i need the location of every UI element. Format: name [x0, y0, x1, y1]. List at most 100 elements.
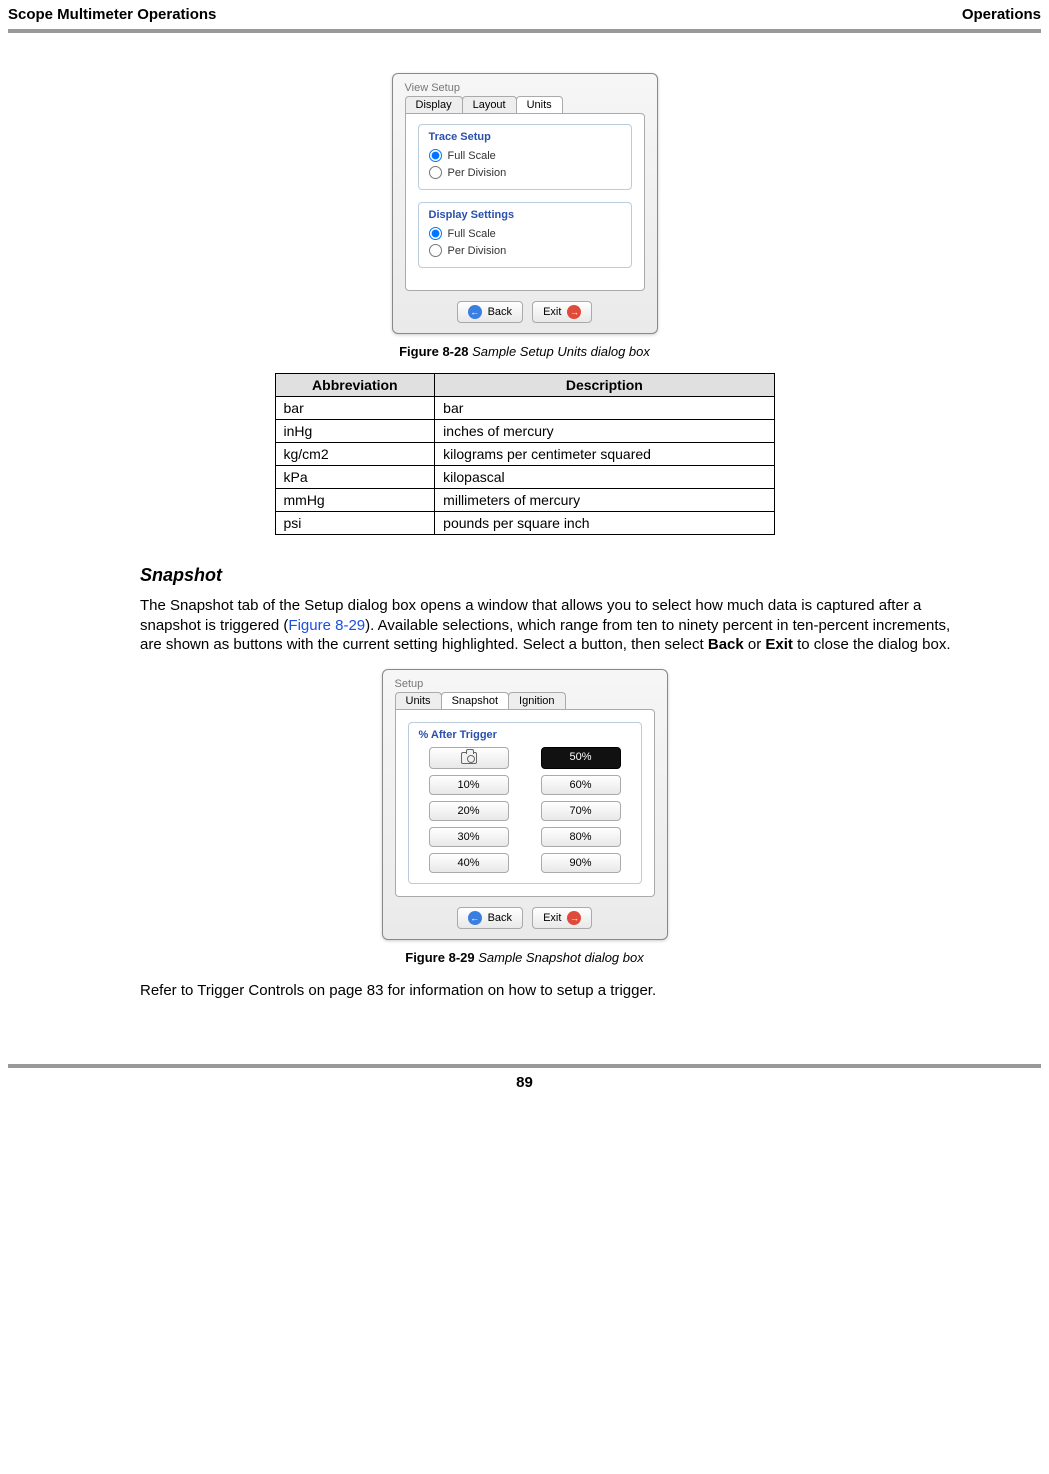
- units-tab-body: Trace Setup Full Scale Per Division Disp…: [405, 113, 645, 291]
- exit-label: Exit: [543, 306, 561, 318]
- radio-label: Full Scale: [448, 150, 496, 162]
- fig-num: Figure 8-28: [399, 344, 468, 359]
- after-trigger-group: % After Trigger 50% 10% 60% 20% 70% 30% 80% 40%…: [408, 722, 642, 884]
- tab-layout[interactable]: Layout: [462, 96, 517, 113]
- cell-desc: millimeters of mercury: [435, 489, 774, 512]
- para-bold-back: Back: [708, 636, 744, 653]
- cell-desc: inches of mercury: [435, 420, 774, 443]
- abbrev-table: Abbreviation Description barbarinHginche…: [275, 373, 775, 535]
- snapshot-tabbar: Units Snapshot Ignition: [389, 692, 661, 709]
- snapshot-heading: Snapshot: [140, 565, 989, 586]
- para-text: to close the dialog box.: [793, 636, 951, 653]
- percent-grid: 50% 10% 60% 20% 70% 30% 80% 40% 90%: [419, 747, 631, 873]
- trace-setup-group: Trace Setup Full Scale Per Division: [418, 124, 632, 190]
- radio-display-full-scale[interactable]: Full Scale: [429, 225, 621, 242]
- cell-abbrev: mmHg: [275, 489, 435, 512]
- cell-desc: bar: [435, 397, 774, 420]
- trace-setup-title: Trace Setup: [429, 131, 621, 143]
- back-button[interactable]: ← Back: [457, 907, 523, 929]
- link-trigger-controls[interactable]: Trigger Controls: [197, 982, 304, 999]
- percent-40[interactable]: 40%: [429, 853, 509, 873]
- units-tabbar: Display Layout Units: [399, 96, 651, 113]
- fig28-caption: Figure 8-28 Sample Setup Units dialog bo…: [60, 344, 989, 359]
- tab-display[interactable]: Display: [405, 96, 463, 113]
- tab-units[interactable]: Units: [516, 96, 563, 113]
- cell-abbrev: bar: [275, 397, 435, 420]
- radio-label: Full Scale: [448, 228, 496, 240]
- table-row: psipounds per square inch: [275, 512, 774, 535]
- cell-desc: pounds per square inch: [435, 512, 774, 535]
- exit-arrow-icon: →: [567, 911, 581, 925]
- camera-icon: [461, 752, 477, 764]
- back-label: Back: [488, 912, 512, 924]
- footer-rule: [8, 1064, 1041, 1068]
- radio-label: Per Division: [448, 245, 507, 257]
- para-bold-exit: Exit: [765, 636, 793, 653]
- refer-paragraph: Refer to Trigger Controls on page 83 for…: [140, 981, 959, 1001]
- para-text: on page 83 for information on how to set…: [304, 982, 656, 999]
- snapshot-btnbar: ← Back Exit →: [395, 901, 655, 931]
- table-row: inHginches of mercury: [275, 420, 774, 443]
- radio-trace-full-scale[interactable]: Full Scale: [429, 147, 621, 164]
- cell-abbrev: inHg: [275, 420, 435, 443]
- back-label: Back: [488, 306, 512, 318]
- units-dialog: View Setup Display Layout Units Trace Se…: [392, 73, 658, 334]
- exit-button[interactable]: Exit →: [532, 907, 592, 929]
- table-row: barbar: [275, 397, 774, 420]
- col-desc: Description: [435, 374, 774, 397]
- percent-50[interactable]: 50%: [541, 747, 621, 769]
- cell-desc: kilograms per centimeter squared: [435, 443, 774, 466]
- cell-abbrev: kg/cm2: [275, 443, 435, 466]
- exit-label: Exit: [543, 912, 561, 924]
- page-header: Scope Multimeter Operations Operations: [0, 0, 1049, 27]
- percent-30[interactable]: 30%: [429, 827, 509, 847]
- header-right: Operations: [962, 6, 1041, 23]
- radio-input[interactable]: [429, 227, 442, 240]
- snapshot-dialog: Setup Units Snapshot Ignition % After Tr…: [382, 669, 668, 940]
- back-button[interactable]: ← Back: [457, 301, 523, 323]
- back-arrow-icon: ←: [468, 911, 482, 925]
- dialog-title: View Setup: [399, 80, 651, 96]
- percent-60[interactable]: 60%: [541, 775, 621, 795]
- table-row: kPakilopascal: [275, 466, 774, 489]
- tab-ignition[interactable]: Ignition: [508, 692, 565, 709]
- snapshot-paragraph: The Snapshot tab of the Setup dialog box…: [140, 596, 959, 655]
- cell-desc: kilopascal: [435, 466, 774, 489]
- radio-input[interactable]: [429, 149, 442, 162]
- dialog-title: Setup: [389, 676, 661, 692]
- header-left: Scope Multimeter Operations: [8, 6, 216, 23]
- link-fig29[interactable]: Figure 8-29: [288, 617, 365, 634]
- percent-90[interactable]: 90%: [541, 853, 621, 873]
- units-btnbar: ← Back Exit →: [405, 295, 645, 325]
- snapshot-tab-body: % After Trigger 50% 10% 60% 20% 70% 30% 80% 40%…: [395, 709, 655, 897]
- percent-80[interactable]: 80%: [541, 827, 621, 847]
- exit-arrow-icon: →: [567, 305, 581, 319]
- radio-display-per-division[interactable]: Per Division: [429, 242, 621, 259]
- display-settings-title: Display Settings: [429, 209, 621, 221]
- radio-trace-per-division[interactable]: Per Division: [429, 164, 621, 181]
- para-text: Refer to: [140, 982, 197, 999]
- radio-input[interactable]: [429, 244, 442, 257]
- radio-input[interactable]: [429, 166, 442, 179]
- percent-10[interactable]: 10%: [429, 775, 509, 795]
- display-settings-group: Display Settings Full Scale Per Division: [418, 202, 632, 268]
- tab-units[interactable]: Units: [395, 692, 442, 709]
- percent-70[interactable]: 70%: [541, 801, 621, 821]
- cell-abbrev: psi: [275, 512, 435, 535]
- table-row: kg/cm2kilograms per centimeter squared: [275, 443, 774, 466]
- radio-label: Per Division: [448, 167, 507, 179]
- fig-desc: Sample Snapshot dialog box: [478, 950, 644, 965]
- exit-button[interactable]: Exit →: [532, 301, 592, 323]
- fig-num: Figure 8-29: [405, 950, 474, 965]
- snapshot-camera-button[interactable]: [429, 747, 509, 769]
- back-arrow-icon: ←: [468, 305, 482, 319]
- cell-abbrev: kPa: [275, 466, 435, 489]
- col-abbrev: Abbreviation: [275, 374, 435, 397]
- percent-20[interactable]: 20%: [429, 801, 509, 821]
- fig29-caption: Figure 8-29 Sample Snapshot dialog box: [60, 950, 989, 965]
- fig-desc: Sample Setup Units dialog box: [472, 344, 650, 359]
- tab-snapshot[interactable]: Snapshot: [441, 692, 509, 709]
- group-title: % After Trigger: [419, 729, 631, 741]
- page-number: 89: [0, 1072, 1049, 1103]
- para-text: or: [744, 636, 766, 653]
